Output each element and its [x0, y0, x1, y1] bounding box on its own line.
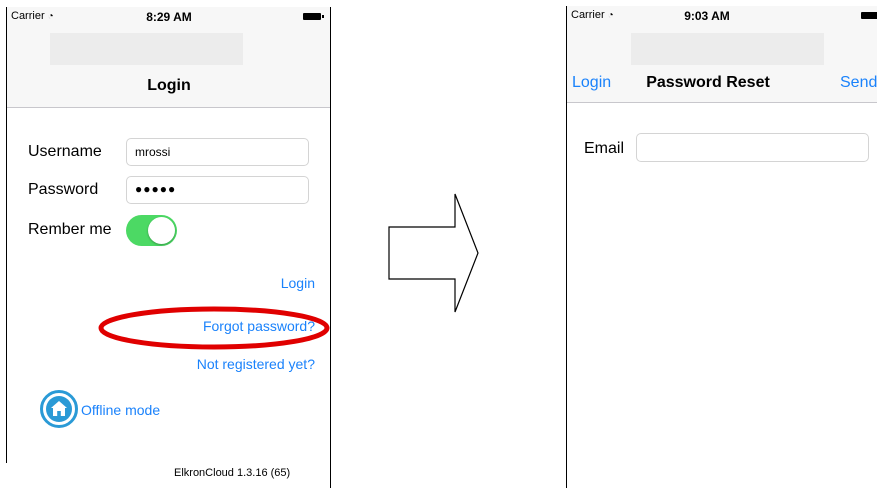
nav-placeholder: [631, 33, 824, 65]
register-link[interactable]: Not registered yet?: [197, 356, 315, 372]
nav-placeholder: [50, 33, 243, 65]
offline-mode-button[interactable]: [40, 390, 78, 428]
page-title: Login: [147, 77, 191, 94]
forgot-password-link[interactable]: Forgot password?: [203, 318, 315, 334]
battery-icon: [303, 13, 324, 20]
username-input[interactable]: mrossi: [126, 138, 309, 166]
page-title: Password Reset: [646, 74, 770, 91]
reset-nav-bar: Carrier ◔ 9:03 AM Login Password Reset Se…: [567, 6, 877, 103]
remember-toggle[interactable]: [126, 215, 177, 246]
email-input[interactable]: [636, 133, 869, 162]
right-frame-edge: [330, 7, 331, 488]
remember-label: Rember me: [28, 221, 112, 238]
app-version: ElkronCloud 1.3.16 (65): [174, 467, 291, 479]
password-reset-screen: Carrier ◔ 9:03 AM Login Password Reset Se…: [567, 6, 877, 488]
login-nav-bar: Carrier ◔ 8:29 AM Login: [7, 7, 331, 108]
password-label: Password: [28, 181, 99, 198]
reset-frame-edge: [566, 6, 567, 488]
status-bar: Carrier ◔ 9:03 AM: [567, 6, 877, 26]
password-input[interactable]: ●●●●●: [126, 176, 309, 204]
left-frame-edge: [6, 7, 7, 463]
send-button[interactable]: Send: [840, 74, 877, 92]
login-button[interactable]: Login: [281, 275, 315, 291]
status-time: 9:03 AM: [684, 9, 730, 23]
home-icon: [46, 396, 72, 422]
status-time: 8:29 AM: [146, 10, 192, 24]
offline-mode-label[interactable]: Offline mode: [81, 402, 160, 418]
username-label: Username: [28, 143, 102, 160]
toggle-knob: [148, 217, 175, 244]
email-label: Email: [584, 140, 625, 157]
status-bar: Carrier ◔ 8:29 AM: [7, 7, 331, 27]
battery-icon: [861, 12, 877, 19]
transition-arrow-icon: [388, 193, 480, 313]
login-screen: Carrier ◔ 8:29 AM Login Username mrossi P…: [7, 7, 331, 488]
